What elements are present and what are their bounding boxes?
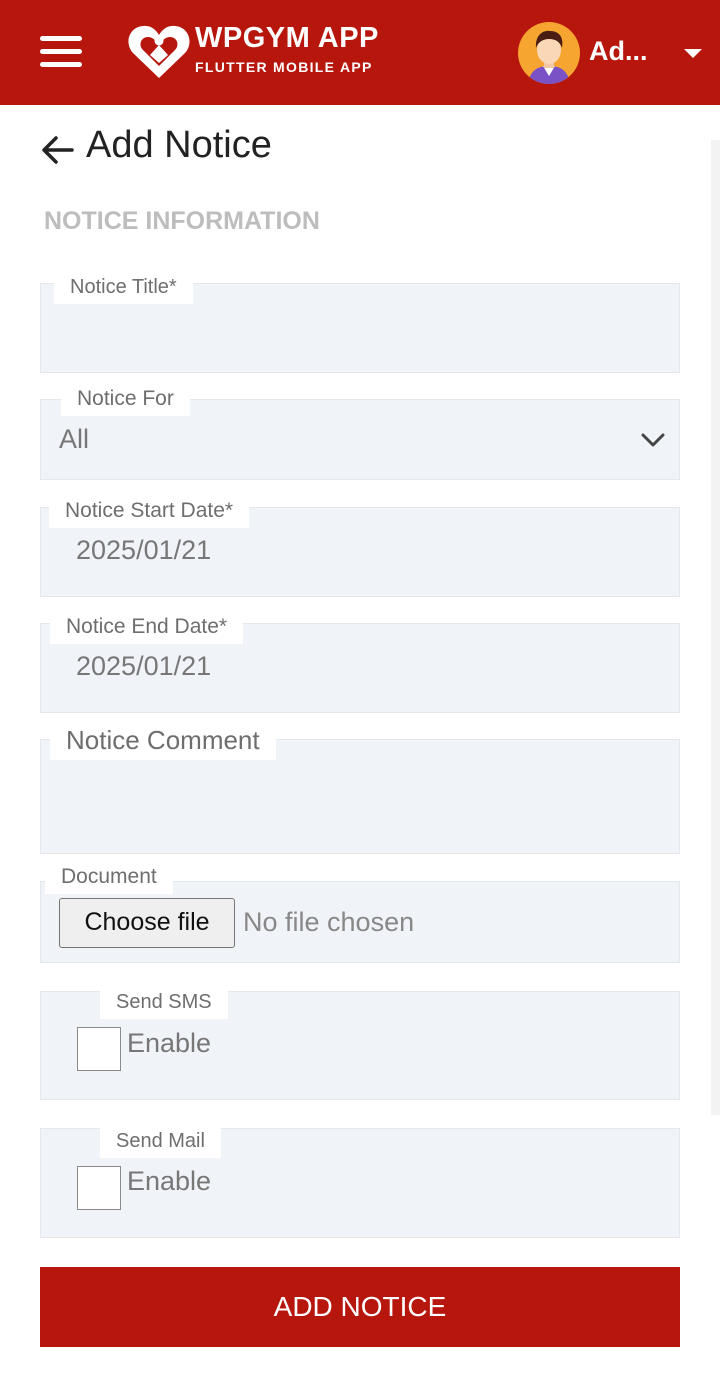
send-sms-checkbox[interactable] (77, 1027, 121, 1071)
notice-start-date-field[interactable]: Notice Start Date* 2025/01/21 (40, 498, 680, 597)
notice-end-date-value: 2025/01/21 (76, 651, 212, 681)
notice-comment-field[interactable]: Notice Comment (40, 720, 680, 854)
file-status-text: No file chosen (243, 907, 415, 937)
app-bar: WPGYM APP FLUTTER MOBILE APP Ad... (0, 0, 720, 105)
notice-for-value: All (59, 424, 90, 454)
caret-down-icon[interactable] (684, 49, 702, 58)
send-mail-label: Send Mail (100, 1128, 221, 1158)
notice-for-select[interactable]: Notice For All (40, 386, 680, 480)
send-mail-enable-label[interactable]: Enable (127, 1166, 211, 1197)
section-title: NOTICE INFORMATION (44, 207, 320, 235)
notice-title-field[interactable]: Notice Title* (40, 274, 680, 373)
notice-start-date-label: Notice Start Date* (49, 498, 250, 528)
send-mail-field: Send Mail Enable (40, 1128, 680, 1238)
send-sms-field: Send SMS Enable (40, 989, 680, 1100)
notice-for-label: Notice For (61, 386, 190, 416)
notice-end-date-label: Notice End Date* (50, 614, 244, 644)
document-field: Document Choose file No file chosen (40, 864, 680, 963)
send-sms-enable-label[interactable]: Enable (127, 1028, 211, 1059)
user-avatar-icon[interactable] (518, 22, 580, 84)
page-title: Add Notice (86, 124, 272, 166)
document-label: Document (45, 864, 173, 894)
notice-start-date-value: 2025/01/21 (76, 535, 212, 565)
notice-comment-label: Notice Comment (50, 720, 276, 760)
send-mail-checkbox[interactable] (77, 1166, 121, 1210)
chevron-down-icon[interactable] (641, 432, 665, 448)
app-title: WPGYM APP (195, 22, 379, 54)
notice-title-label: Notice Title* (54, 274, 193, 304)
app-subtitle: FLUTTER MOBILE APP (195, 59, 373, 75)
hamburger-menu-icon[interactable] (38, 34, 86, 70)
notice-end-date-field[interactable]: Notice End Date* 2025/01/21 (40, 614, 680, 713)
add-notice-button[interactable]: ADD NOTICE (40, 1267, 680, 1347)
user-name[interactable]: Ad... (589, 36, 648, 67)
arrow-left-icon[interactable] (38, 130, 80, 170)
scrollbar[interactable] (711, 140, 720, 1115)
send-sms-label: Send SMS (100, 989, 228, 1019)
choose-file-button[interactable]: Choose file (59, 898, 235, 948)
heart-logo-icon (128, 25, 190, 78)
